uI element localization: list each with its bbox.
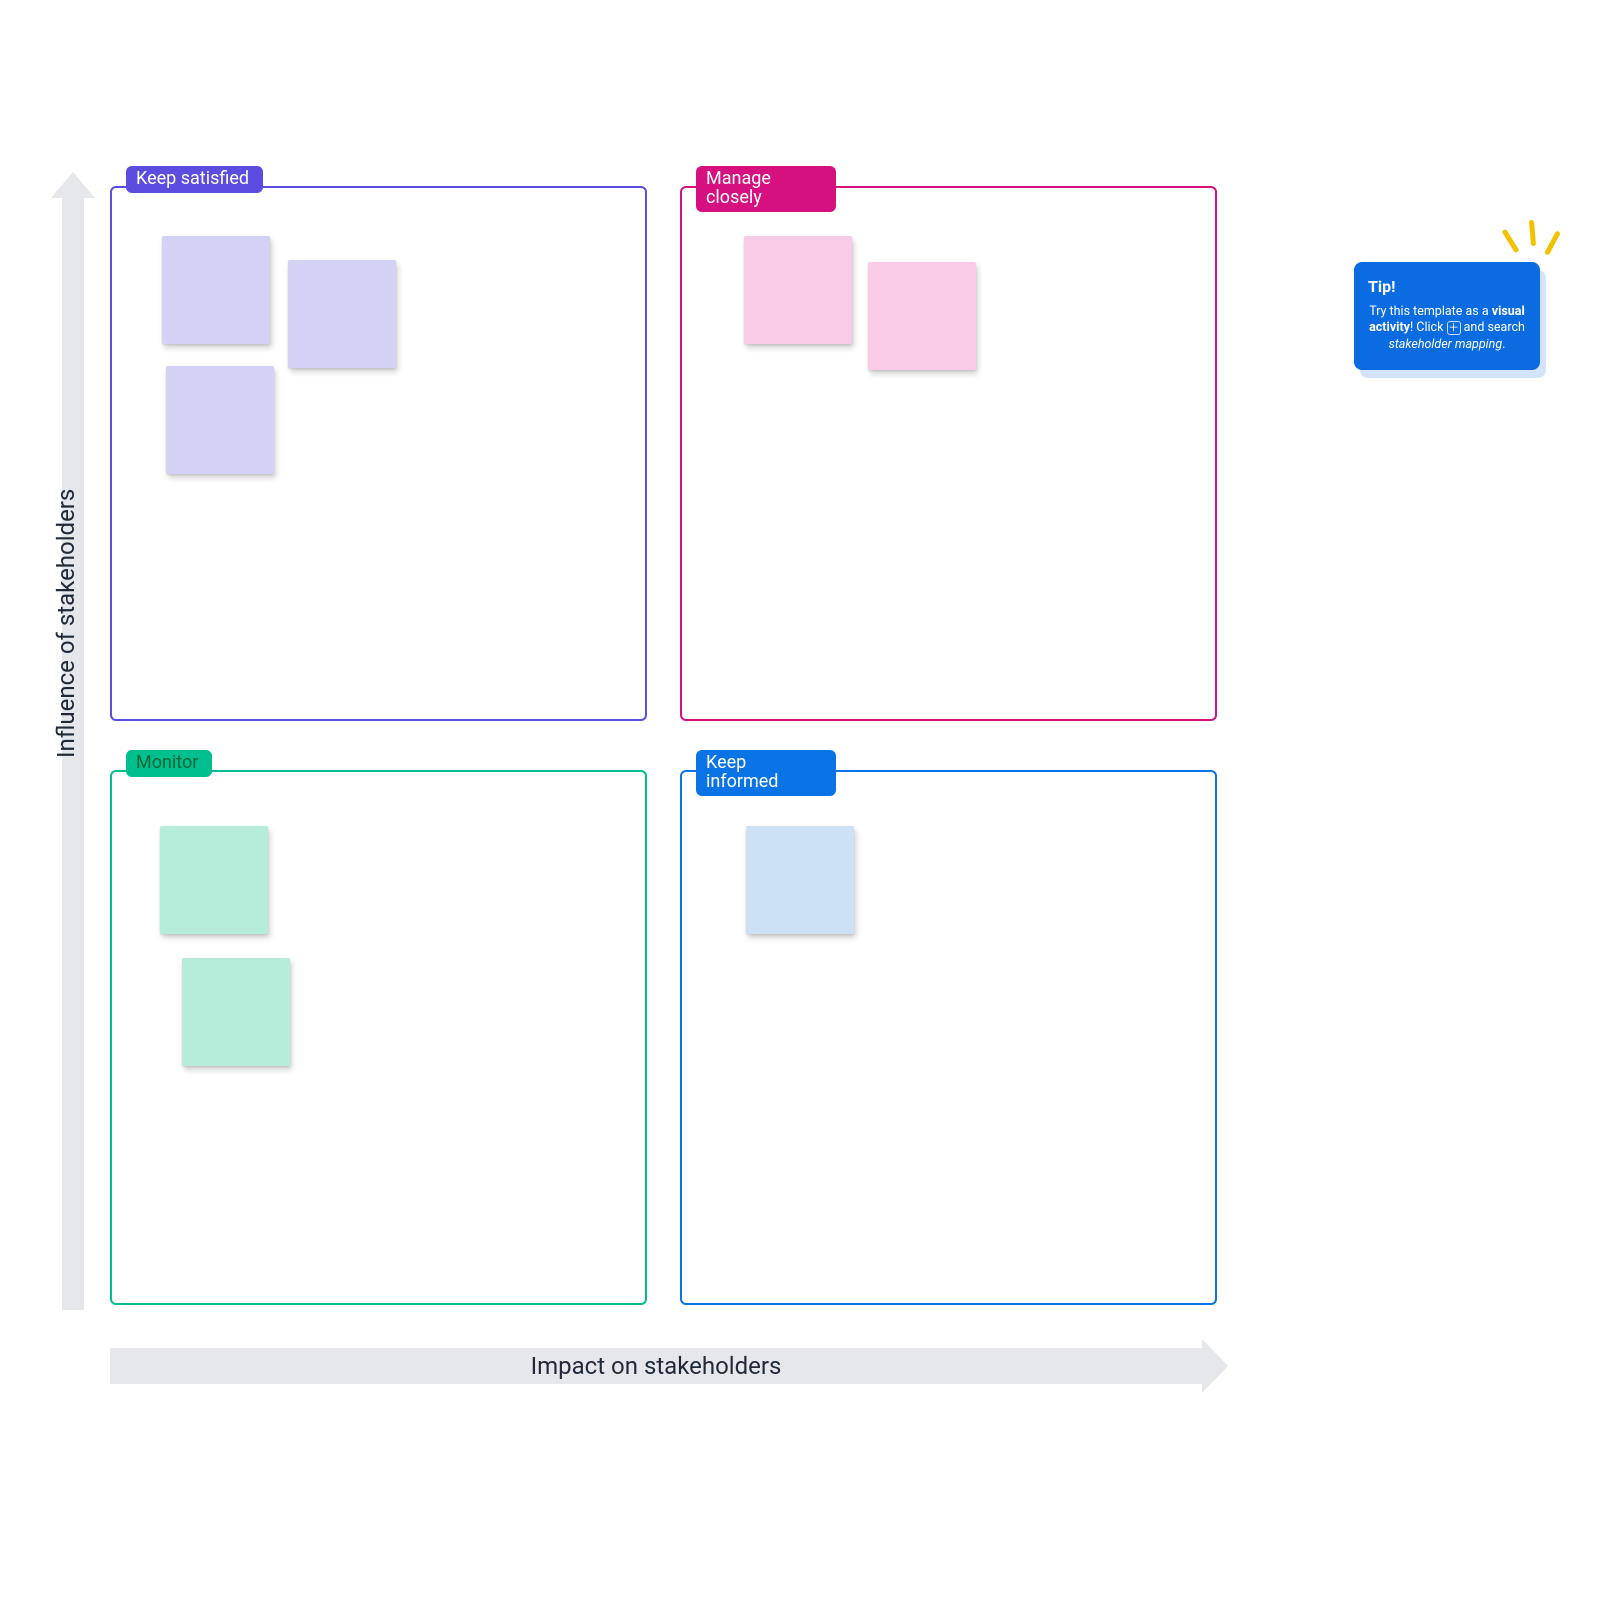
tip-body: Try this template as a visual activity! …: [1368, 304, 1526, 355]
stakeholder-mapping-canvas[interactable]: Influence of stakeholders Keep satisfied…: [0, 0, 1600, 1600]
sticky-note[interactable]: [746, 826, 854, 934]
sticky-note[interactable]: [162, 236, 270, 344]
quadrant-label-monitor: Monitor: [126, 750, 212, 777]
x-axis-arrow: Impact on stakeholders: [110, 1348, 1202, 1384]
sticky-note[interactable]: [160, 826, 268, 934]
tip-card[interactable]: Tip! Try this template as a visual activ…: [1354, 262, 1540, 370]
quadrant-monitor[interactable]: Monitor: [110, 770, 647, 1305]
sticky-note[interactable]: [182, 958, 290, 1066]
sticky-note[interactable]: [868, 262, 976, 370]
sticky-note[interactable]: [744, 236, 852, 344]
quadrant-manage-closely[interactable]: Manage closely: [680, 186, 1217, 721]
tip-title: Tip!: [1368, 276, 1526, 298]
plus-icon: ＋: [1447, 321, 1461, 335]
x-axis-label: Impact on stakeholders: [110, 1352, 1202, 1380]
quadrant-label-keep-satisfied: Keep satisfied: [126, 166, 263, 193]
y-axis-arrow: Influence of stakeholders: [62, 198, 84, 1310]
sparkle-icon: [1502, 218, 1562, 268]
quadrant-label-manage-closely: Manage closely: [696, 166, 836, 212]
quadrant-label-keep-informed: Keep informed: [696, 750, 836, 796]
y-axis-label: Influence of stakeholders: [52, 489, 80, 758]
sticky-note[interactable]: [166, 366, 274, 474]
quadrant-keep-satisfied[interactable]: Keep satisfied: [110, 186, 647, 721]
quadrant-keep-informed[interactable]: Keep informed: [680, 770, 1217, 1305]
sticky-note[interactable]: [288, 260, 396, 368]
